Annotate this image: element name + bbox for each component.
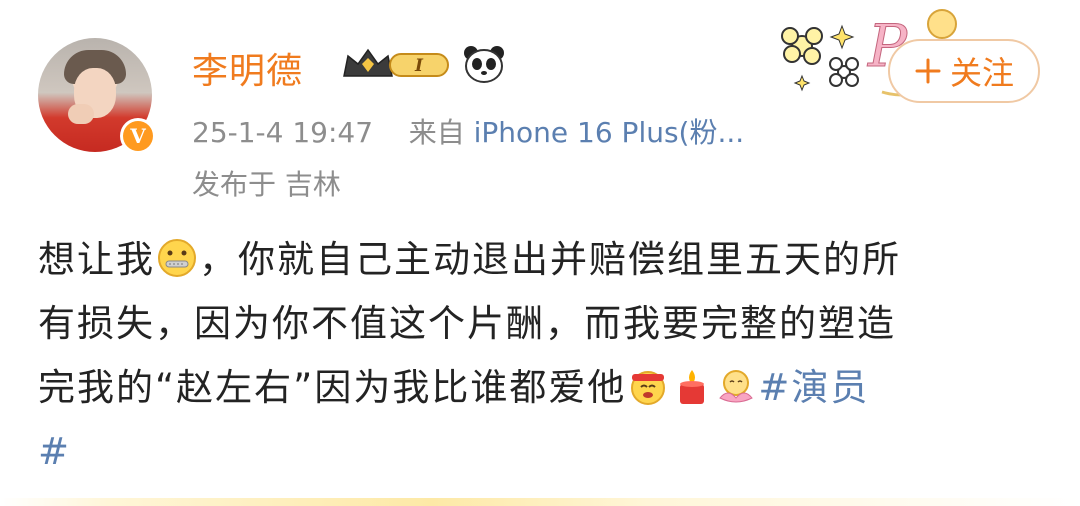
post-time: 25-1-4 19:47	[192, 116, 374, 149]
verified-badge-icon: V	[120, 118, 156, 154]
lotus-emoji-icon	[719, 370, 754, 403]
plus-icon	[915, 58, 941, 84]
post-meta: 25-1-4 19:47 来自 iPhone 16 Plus(粉...	[192, 111, 744, 151]
hashtag-link[interactable]: #演员	[758, 366, 869, 409]
member-crown-badge-icon[interactable]: I	[340, 46, 452, 82]
zipper-mouth-emoji-icon	[158, 239, 196, 277]
post-location: 发布于 吉林	[192, 168, 341, 201]
panda-icon[interactable]	[462, 44, 506, 84]
username[interactable]: 李明德	[192, 42, 303, 94]
from-label: 来自	[408, 116, 465, 149]
candle-emoji-icon	[680, 370, 705, 404]
post-text-line-2: 有损失，因为你不值这个片酬，而我要完整的塑造	[38, 302, 896, 345]
member-level-text: I	[414, 56, 424, 76]
cheer-emoji-icon	[631, 371, 666, 405]
post-text-line-1: 想让我 ，你就自己主动退出并赔偿组里五天的所	[38, 238, 901, 281]
avatar[interactable]: V	[38, 38, 156, 156]
follow-button[interactable]: 关注	[888, 39, 1040, 103]
post-content: 想让我 ，你就自己主动退出并赔偿组里五天的所 有损失，因为你不值这个片酬，而我要完…	[38, 228, 1048, 484]
follow-button-label: 关注	[949, 54, 1014, 92]
post-text-line-3: 完我的“赵左右”因为我比谁都爱他 #演员	[38, 366, 870, 409]
bottom-highlight-bar	[0, 498, 1080, 506]
post-source[interactable]: iPhone 16 Plus(粉...	[474, 116, 745, 149]
hashtag-link-continued[interactable]: #	[38, 420, 1048, 484]
